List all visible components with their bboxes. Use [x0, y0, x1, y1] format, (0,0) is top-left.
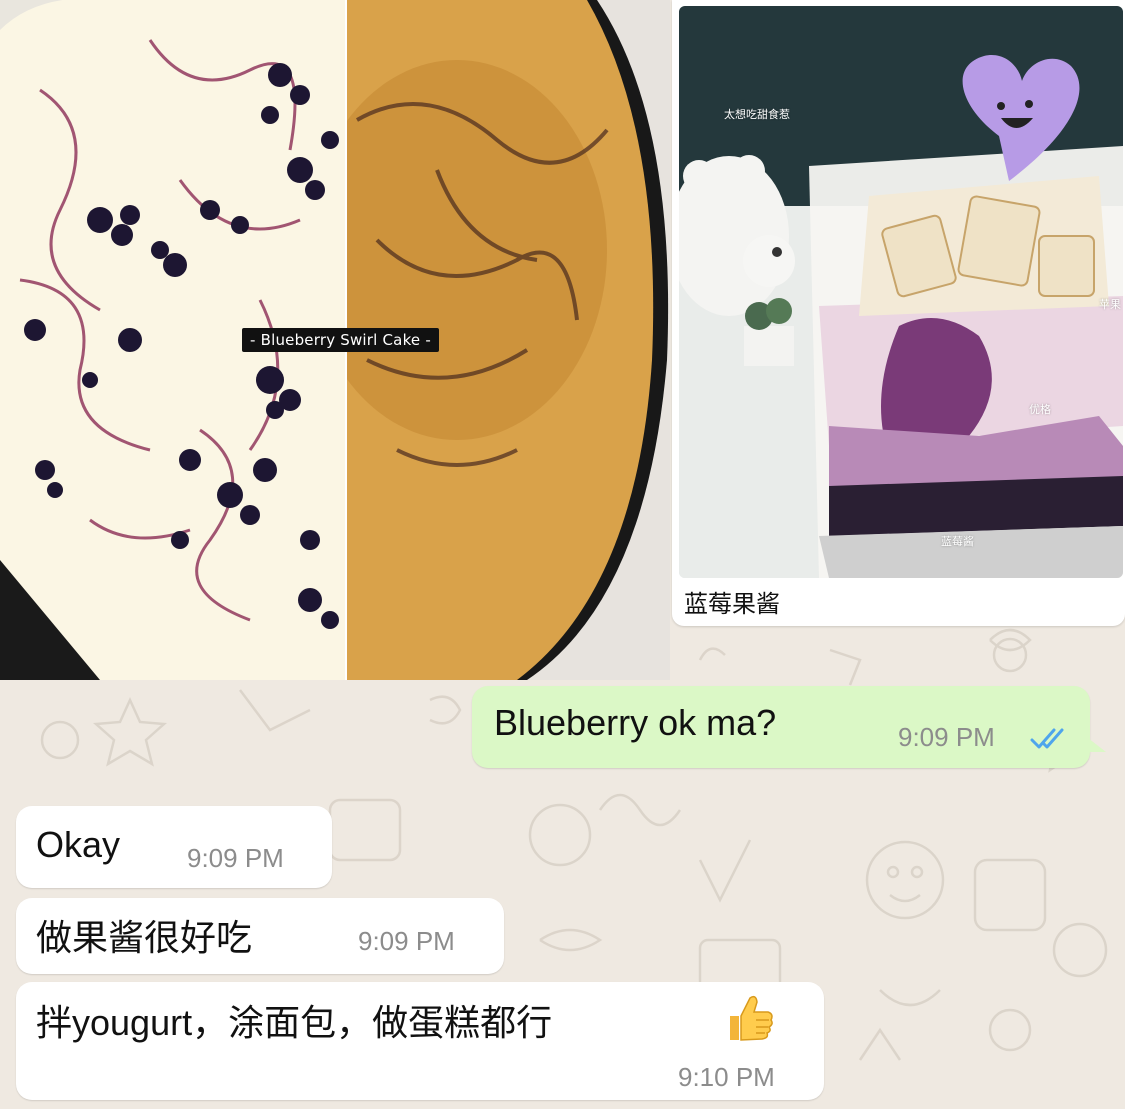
message-text: 做果酱很好吃 — [36, 917, 253, 958]
image-caption: 蓝莓果酱 — [684, 590, 780, 618]
incoming-message-bubble[interactable]: Okay 9:09 PM — [16, 806, 332, 888]
message-timestamp: 9:09 PM — [187, 843, 284, 873]
read-receipt-double-check-icon — [1030, 728, 1064, 749]
parfait-label-jam: 蓝莓酱 — [941, 535, 974, 548]
parfait-label-apple: 苹果 — [1099, 298, 1121, 311]
message-text: 拌yougurt，涂面包，做蛋糕都行 — [36, 1002, 553, 1043]
image-message-bubble[interactable]: 太想吃甜食惹 优格 蓝莓酱 苹果 蓝莓果酱 — [672, 0, 1125, 626]
blueberry-swirl-cake-photo[interactable]: - Blueberry Swirl Cake - — [0, 0, 670, 680]
message-text: Okay — [36, 824, 121, 865]
parfait-label-yogurt: 优格 — [1029, 403, 1051, 416]
message-timestamp: 9:09 PM — [898, 722, 995, 752]
cake-caption: - Blueberry Swirl Cake - — [242, 328, 439, 352]
message-text: Blueberry ok ma? — [494, 702, 777, 743]
bubble-tail — [1088, 738, 1106, 752]
thumbs-up-icon — [730, 995, 773, 1041]
outgoing-message-bubble[interactable]: Blueberry ok ma? 9:09 PM — [472, 686, 1106, 768]
message-timestamp: 9:10 PM — [678, 1062, 775, 1092]
message-timestamp: 9:09 PM — [358, 926, 455, 956]
parfait-image — [679, 6, 1123, 578]
parfait-label-top: 太想吃甜食惹 — [724, 108, 790, 121]
incoming-message-bubble[interactable]: 做果酱很好吃 9:09 PM — [16, 898, 504, 974]
parfait-photo[interactable]: 太想吃甜食惹 优格 蓝莓酱 苹果 — [679, 6, 1123, 578]
incoming-message-bubble[interactable]: 拌yougurt，涂面包，做蛋糕都行 9:10 PM — [16, 982, 824, 1100]
